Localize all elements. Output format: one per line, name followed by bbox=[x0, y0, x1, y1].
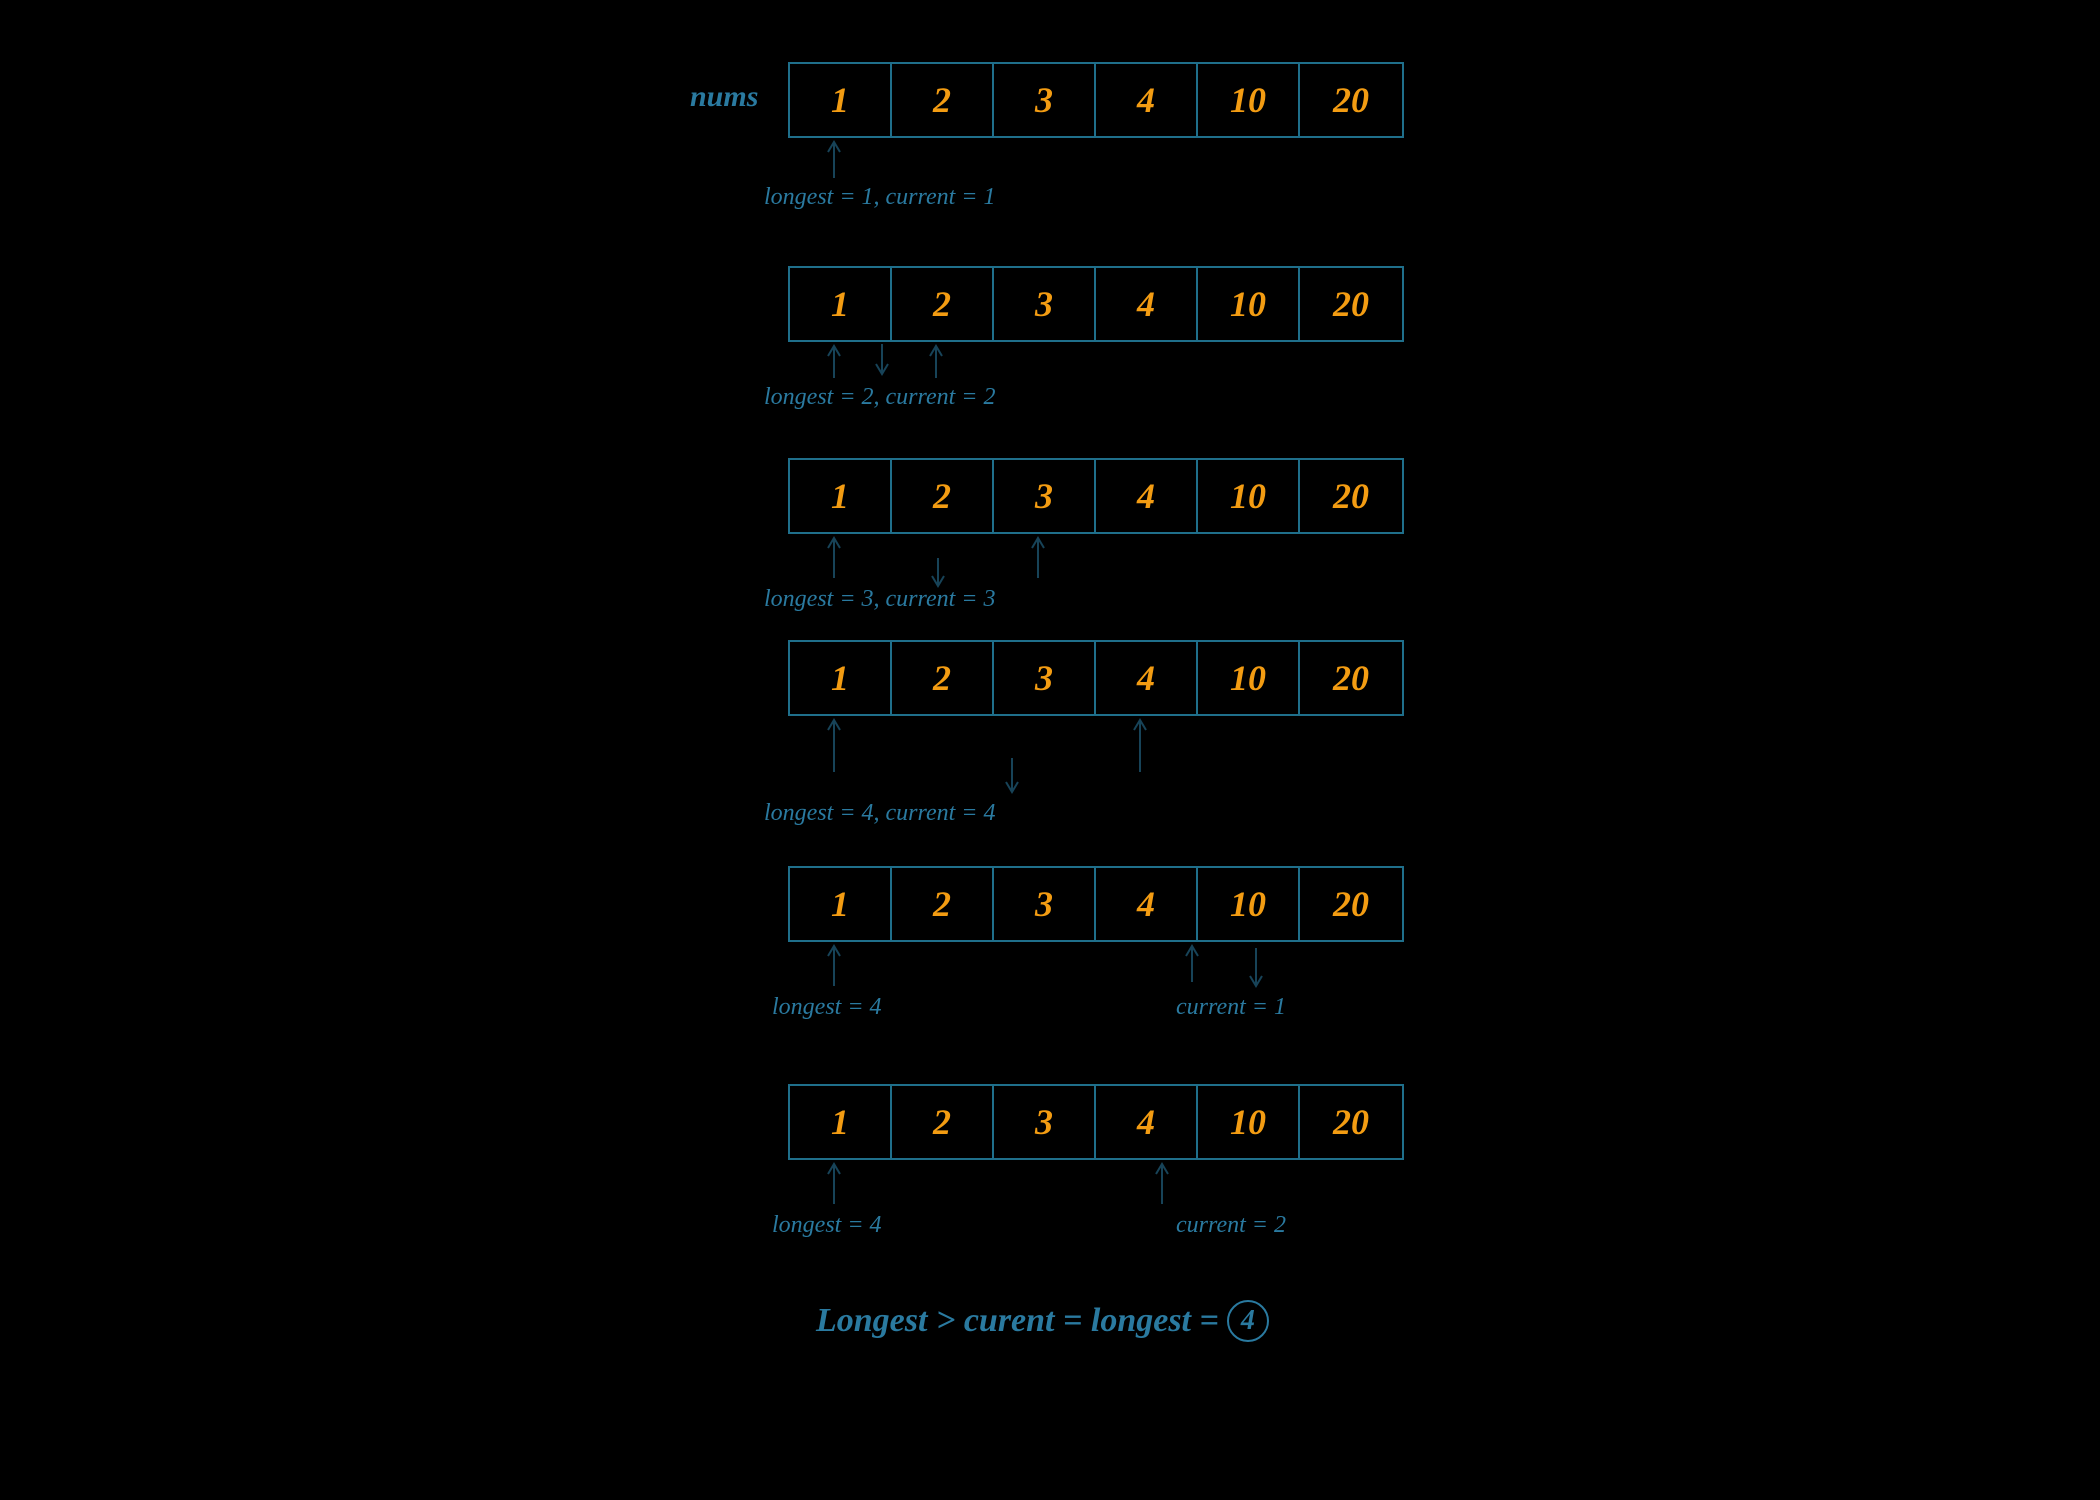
arrow-up-icon bbox=[822, 1160, 846, 1208]
array-step-5: 1 2 3 4 10 20 bbox=[788, 866, 1404, 942]
array-cell: 4 bbox=[1096, 642, 1198, 714]
array-step-2: 1 2 3 4 10 20 bbox=[788, 266, 1404, 342]
array-cell: 10 bbox=[1198, 868, 1300, 940]
array-cell: 1 bbox=[790, 64, 892, 136]
array-cell: 3 bbox=[994, 868, 1096, 940]
array-cell: 2 bbox=[892, 868, 994, 940]
array-cell: 10 bbox=[1198, 642, 1300, 714]
array-cell: 10 bbox=[1198, 460, 1300, 532]
array-cell: 3 bbox=[994, 64, 1096, 136]
arrow-up-icon bbox=[1180, 942, 1204, 986]
array-cell: 4 bbox=[1096, 1086, 1198, 1158]
step-caption: longest = 4, current = 4 bbox=[764, 800, 995, 827]
array-cell: 20 bbox=[1300, 460, 1402, 532]
arrow-down-icon bbox=[870, 342, 894, 378]
array-cell: 3 bbox=[994, 268, 1096, 340]
array-cell: 2 bbox=[892, 1086, 994, 1158]
array-cell: 20 bbox=[1300, 1086, 1402, 1158]
arrow-up-icon bbox=[1128, 716, 1152, 776]
array-cell: 20 bbox=[1300, 64, 1402, 136]
step-caption-left: longest = 4 bbox=[772, 1212, 882, 1239]
arrow-down-icon bbox=[1000, 756, 1024, 796]
array-cell: 4 bbox=[1096, 868, 1198, 940]
array-cell: 4 bbox=[1096, 64, 1198, 136]
arrow-up-icon bbox=[822, 942, 846, 990]
array-cell: 1 bbox=[790, 1086, 892, 1158]
step-caption: longest = 2, current = 2 bbox=[764, 384, 995, 411]
array-step-4: 1 2 3 4 10 20 bbox=[788, 640, 1404, 716]
step-caption-right: current = 2 bbox=[1176, 1212, 1286, 1239]
array-cell: 1 bbox=[790, 642, 892, 714]
array-cell: 2 bbox=[892, 64, 994, 136]
conclusion-circled-value: 4 bbox=[1227, 1300, 1269, 1342]
arrow-up-icon bbox=[1026, 534, 1050, 582]
arrow-up-icon bbox=[822, 138, 846, 182]
array-cell: 3 bbox=[994, 642, 1096, 714]
array-cell: 1 bbox=[790, 460, 892, 532]
step-caption: longest = 1, current = 1 bbox=[764, 184, 995, 211]
step-caption-left: longest = 4 bbox=[772, 994, 882, 1021]
array-cell: 3 bbox=[994, 460, 1096, 532]
conclusion-prefix: Longest > curent = longest = bbox=[816, 1302, 1219, 1340]
array-cell: 2 bbox=[892, 460, 994, 532]
array-cell: 10 bbox=[1198, 268, 1300, 340]
arrow-up-icon bbox=[1150, 1160, 1174, 1208]
step-caption: longest = 3, current = 3 bbox=[764, 586, 995, 613]
array-cell: 20 bbox=[1300, 268, 1402, 340]
array-cell: 3 bbox=[994, 1086, 1096, 1158]
array-cell: 1 bbox=[790, 268, 892, 340]
nums-label: nums bbox=[690, 80, 758, 114]
array-step-3: 1 2 3 4 10 20 bbox=[788, 458, 1404, 534]
array-cell: 20 bbox=[1300, 868, 1402, 940]
arrow-up-icon bbox=[924, 342, 948, 382]
array-step-1: 1 2 3 4 10 20 bbox=[788, 62, 1404, 138]
array-step-6: 1 2 3 4 10 20 bbox=[788, 1084, 1404, 1160]
array-cell: 2 bbox=[892, 268, 994, 340]
array-cell: 4 bbox=[1096, 460, 1198, 532]
array-cell: 4 bbox=[1096, 268, 1198, 340]
array-cell: 2 bbox=[892, 642, 994, 714]
conclusion-text: Longest > curent = longest = 4 bbox=[816, 1300, 1269, 1342]
arrow-up-icon bbox=[822, 716, 846, 776]
array-cell: 1 bbox=[790, 868, 892, 940]
arrow-down-icon bbox=[1244, 946, 1268, 990]
array-cell: 10 bbox=[1198, 1086, 1300, 1158]
arrow-up-icon bbox=[822, 534, 846, 582]
array-cell: 10 bbox=[1198, 64, 1300, 136]
arrow-down-icon bbox=[926, 556, 950, 590]
diagram-stage: nums 1 2 3 4 10 20 longest = 1, current … bbox=[0, 0, 2100, 1500]
step-caption-right: current = 1 bbox=[1176, 994, 1286, 1021]
array-cell: 20 bbox=[1300, 642, 1402, 714]
arrow-up-icon bbox=[822, 342, 846, 382]
